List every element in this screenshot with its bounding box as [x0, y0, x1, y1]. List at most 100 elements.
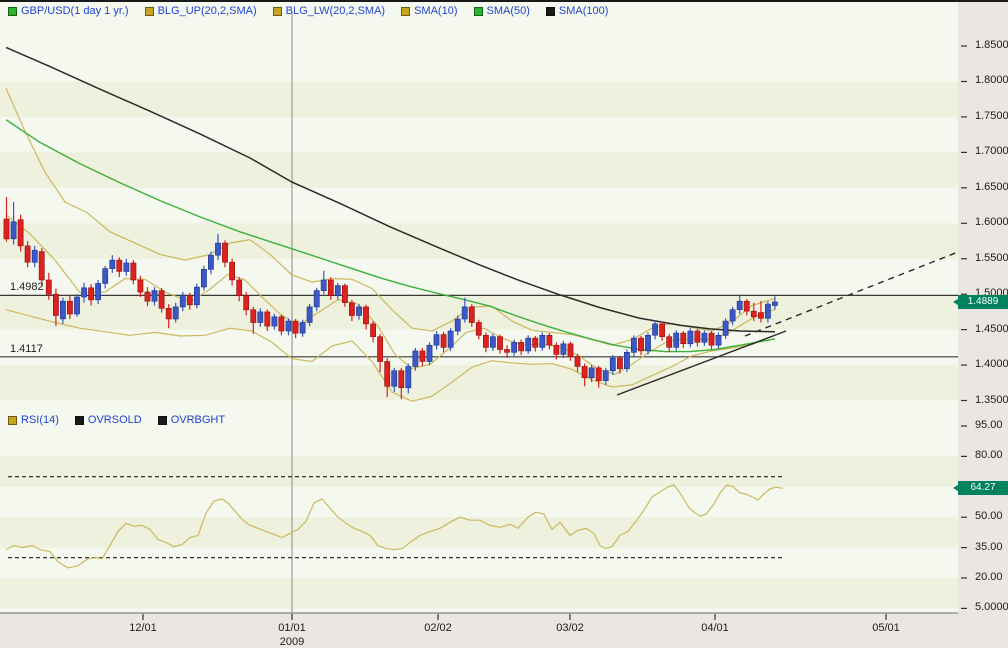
rsi-axis-tick-label: 35.00 [975, 540, 1003, 553]
candle-body [172, 306, 179, 320]
legend-item: OVRSOLD [74, 414, 142, 426]
candle-body [95, 283, 101, 301]
candle-body [370, 323, 376, 337]
candle-body [405, 366, 412, 389]
candle-body [151, 290, 158, 302]
candle [645, 332, 651, 355]
candle-body [45, 279, 52, 295]
price-axis-tick-label: 1.6500 [975, 180, 1008, 193]
rsi-axis-tick-label: 95.00 [975, 419, 1003, 431]
candle-body [426, 344, 433, 362]
x-axis-month-label: 05/01 [872, 622, 900, 634]
candle-body [299, 322, 306, 334]
legend-item: SMA(10) [401, 5, 458, 17]
candle-body [144, 291, 151, 302]
price-axis-tick-label: 1.3500 [975, 393, 1008, 406]
x-axis-month-label: 02/02 [424, 622, 452, 634]
series-swatch-icon [74, 415, 84, 425]
candle-body [102, 268, 109, 284]
candle-body [532, 337, 539, 348]
candle-body [489, 336, 496, 348]
legend-item-label: BLG_LW(20,2,SMA) [285, 5, 386, 17]
resistance-level-label: 1.4982 [10, 281, 44, 294]
legend-item-label: SMA(10) [414, 5, 458, 17]
legend-item-label: SMA(100) [558, 5, 609, 17]
candle-body [715, 334, 722, 346]
candle-body [743, 300, 750, 312]
price-axis-tick-label: 1.8500 [975, 39, 1008, 51]
rsi-axis-tick-label: 50.00 [975, 510, 1003, 523]
candle-body [264, 311, 271, 327]
candle-body [215, 242, 221, 256]
candle-body [518, 342, 524, 352]
series-swatch-icon [272, 6, 282, 16]
candle-body [116, 259, 123, 272]
current-price-badge: 1.4889 [953, 295, 1008, 310]
support-level-label: 1.4117 [10, 342, 43, 355]
candle-body [623, 351, 630, 369]
candle-body [673, 332, 680, 348]
candle-body [504, 349, 510, 353]
candle-body [384, 361, 391, 387]
x-axis-month-label: 04/01 [701, 622, 729, 634]
candle-body [581, 366, 588, 379]
main-legend: GBP/USD(1 day 1 yr.) BLG_UP(20,2,SMA) BLG_… [8, 5, 608, 17]
candle-body [652, 323, 658, 336]
candle-body [729, 309, 736, 322]
candle-body [17, 219, 24, 247]
candle-body [666, 336, 673, 348]
candle-body [468, 306, 475, 323]
candle-body [433, 334, 440, 346]
series-swatch-icon [545, 6, 555, 16]
candle-body [440, 334, 447, 348]
candle-body [687, 330, 694, 345]
rsi-axis-tick-label: 5.0000 [975, 601, 1008, 614]
chart-surface[interactable] [0, 2, 1008, 648]
price-axis-tick-label: 1.7500 [975, 109, 1008, 122]
series-swatch-icon [473, 6, 483, 16]
candle-body [764, 303, 771, 319]
candle-body [186, 295, 193, 306]
legend-item: SMA(100) [545, 5, 609, 17]
candle-body [659, 323, 665, 337]
candle-body [24, 245, 31, 263]
candle-body [546, 334, 553, 346]
legend-item-label: GBP/USD(1 day 1 yr.) [21, 5, 129, 17]
candle [38, 248, 45, 286]
price-stripe [0, 81, 958, 117]
price-stripe [0, 223, 958, 259]
candle-body [67, 300, 73, 315]
candle-body [38, 251, 45, 281]
candle-body [194, 286, 200, 306]
series-swatch-icon [8, 6, 17, 16]
legend-item-label: RSI(14) [21, 414, 59, 426]
legend-item-label: OVRSOLD [87, 414, 142, 426]
x-axis-month-label: 01/01 [278, 622, 306, 634]
current-rsi-badge: 64.27 [953, 481, 1008, 496]
rsi-stripe [0, 578, 958, 609]
candle-body [560, 343, 567, 355]
candle-body [306, 306, 313, 323]
candle-body [356, 306, 362, 316]
legend-item: BLG_UP(20,2,SMA) [144, 5, 257, 17]
candle-body [320, 279, 327, 291]
candle-body [179, 295, 186, 308]
candle-body [130, 262, 137, 281]
candle-body [3, 218, 10, 240]
series-swatch-icon [8, 415, 17, 425]
candle-body [74, 296, 80, 315]
candle-body [398, 370, 405, 389]
candle-body [525, 337, 532, 352]
candle-body [461, 306, 468, 320]
legend-item: GBP/USD(1 day 1 yr.) [8, 5, 129, 17]
candle-body [447, 330, 454, 348]
price-stripe [0, 365, 958, 401]
candle-body [363, 306, 369, 325]
series-swatch-icon [401, 6, 411, 16]
rsi-stripe [0, 456, 958, 487]
candle-body [645, 334, 651, 352]
candle-body [208, 254, 214, 270]
candle-body [391, 370, 398, 387]
price-axis-tick-label: 1.4000 [975, 358, 1008, 371]
candle-body [327, 279, 334, 296]
